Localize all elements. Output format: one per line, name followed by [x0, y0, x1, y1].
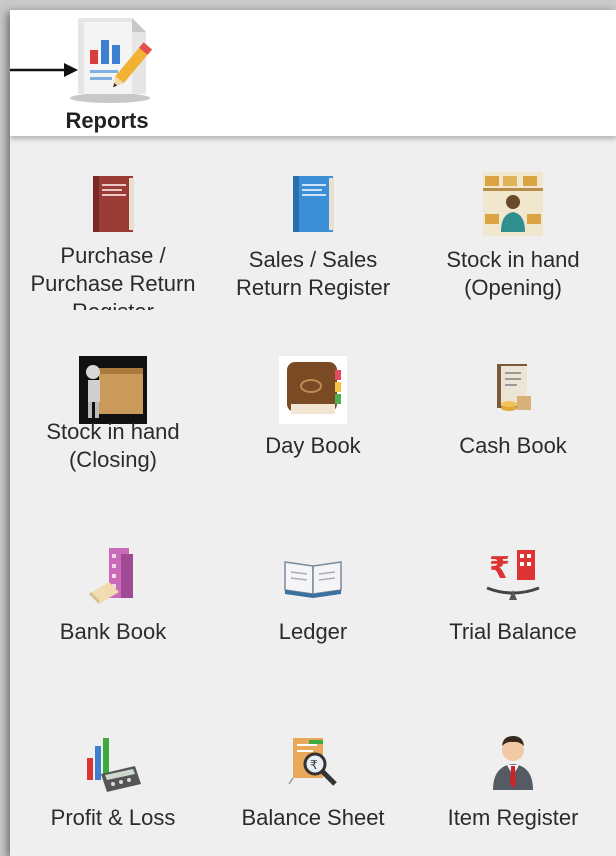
purchase-book-icon [93, 176, 134, 232]
stock-closing-tile[interactable]: Stock in hand (Closing) [13, 330, 213, 516]
sales-register-tile[interactable]: Sales / Sales Return Register [213, 144, 413, 330]
profit-loss-tile[interactable]: Profit & Loss [13, 702, 213, 856]
bank-book-tile[interactable]: Bank Book [13, 516, 213, 702]
stock-closing-label: Stock in hand (Closing) [46, 419, 180, 472]
cash-book-label: Cash Book [459, 433, 567, 458]
balance-sheet-tile[interactable]: ₹ Balance Sheet [213, 702, 413, 856]
svg-text:₹: ₹ [310, 758, 318, 772]
reports-screen: Reports Purchase / Purchase Return Regis… [10, 10, 616, 856]
open-book-icon [284, 561, 342, 598]
sales-book-icon [293, 176, 334, 232]
svg-text:₹: ₹ [489, 551, 510, 586]
bank-building-icon [89, 548, 133, 604]
day-book-label: Day Book [265, 433, 361, 458]
cash-book-tile[interactable]: Cash Book [413, 330, 613, 516]
trial-balance-tile[interactable]: ₹ Trial Balance [413, 516, 613, 702]
trial-balance-label: Trial Balance [449, 619, 577, 644]
sales-register-label: Sales / Sales Return Register [235, 247, 391, 300]
diary-icon [279, 356, 347, 424]
stock-opening-tile[interactable]: Stock in hand (Opening) [413, 144, 613, 330]
ledger-label: Ledger [278, 619, 348, 644]
stock-opening-label: Stock in hand (Opening) [446, 247, 580, 300]
ledger-tile[interactable]: Ledger [213, 516, 413, 702]
magnifier-report-icon: ₹ [288, 738, 337, 786]
pointer-arrow-icon [10, 63, 78, 77]
balance-sheet-label: Balance Sheet [241, 805, 385, 830]
businessman-icon [493, 736, 533, 790]
cash-ledger-icon [497, 364, 531, 411]
purchase-register-tile[interactable]: Purchase / Purchase Return Register [13, 144, 213, 330]
item-register-tile[interactable]: Item Register [413, 702, 613, 856]
reports-title[interactable]: Reports [45, 108, 169, 134]
warehouse-person-icon [483, 172, 543, 236]
item-register-label: Item Register [447, 805, 579, 830]
calculator-chart-icon [87, 738, 141, 792]
reports-icon[interactable] [66, 12, 156, 104]
profit-loss-label: Profit & Loss [50, 805, 176, 830]
rupee-scale-icon: ₹ [486, 550, 540, 600]
day-book-tile[interactable]: Day Book [213, 330, 413, 516]
purchase-register-label: Purchase / Purchase Return Register [30, 243, 196, 310]
reports-header: Reports [10, 10, 616, 136]
box-carrier-icon [79, 356, 147, 424]
bank-book-label: Bank Book [59, 619, 167, 644]
